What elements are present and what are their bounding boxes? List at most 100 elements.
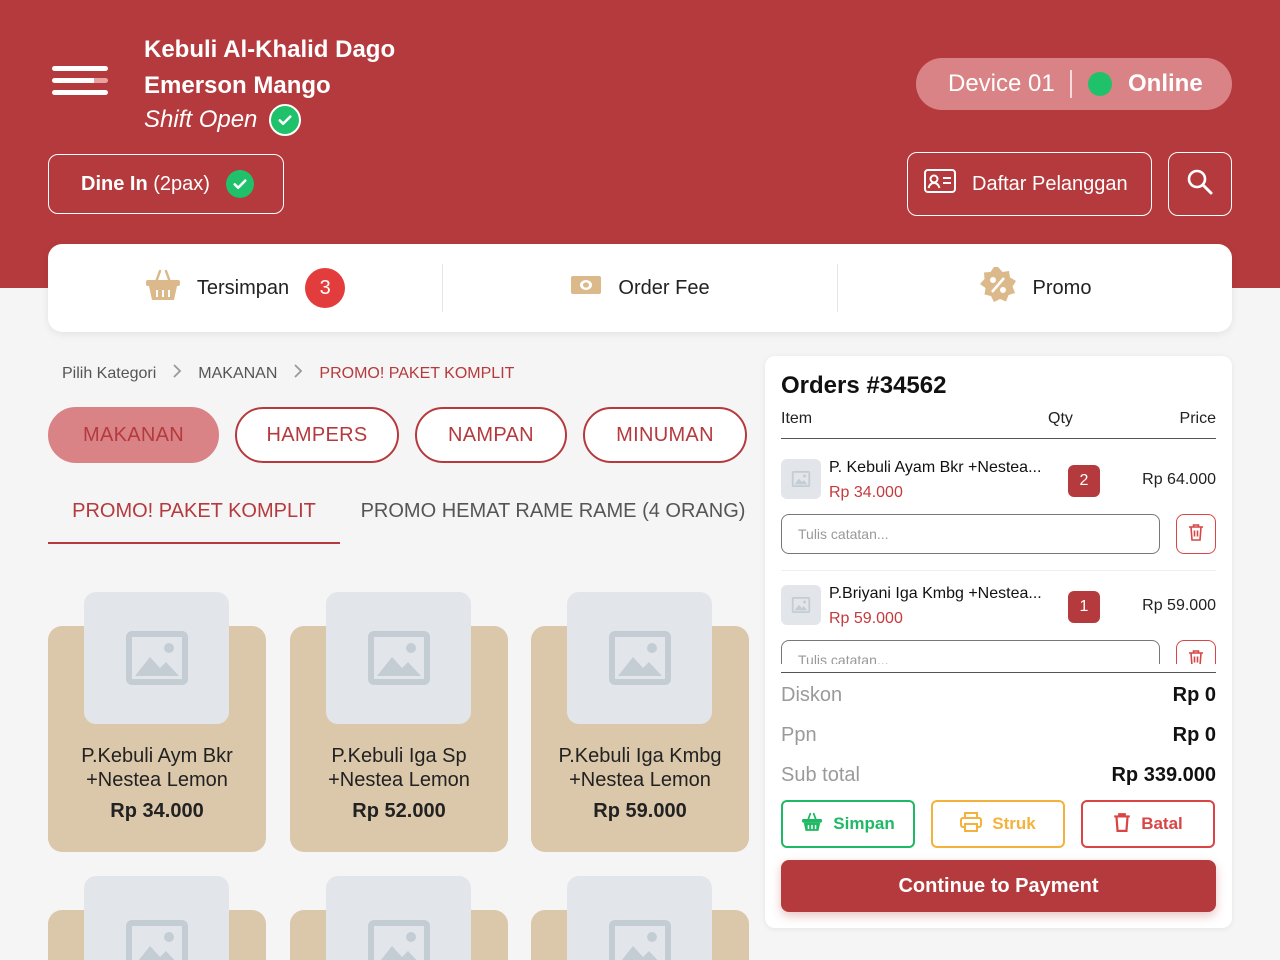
subtotal-label: Sub total <box>781 764 860 786</box>
dine-in-button[interactable]: Dine In (2pax) <box>48 154 284 214</box>
product-name-line: +Nestea Lemon <box>328 769 470 791</box>
connection-status: Online <box>1128 70 1203 97</box>
breadcrumb-item-current: PROMO! PAKET KOMPLIT <box>319 364 515 382</box>
divider <box>1070 70 1072 98</box>
product-name-line: P.Kebuli Aym Bkr <box>81 745 233 767</box>
promo-label: Promo <box>1032 276 1092 299</box>
image-placeholder-icon <box>567 876 712 960</box>
device-label: Device 01 <box>948 70 1055 97</box>
discount-badge-icon <box>979 266 1017 310</box>
online-indicator-icon <box>1088 72 1112 96</box>
saved-count-badge: 3 <box>305 268 346 308</box>
search-icon <box>1186 168 1214 201</box>
search-button[interactable] <box>1168 152 1232 216</box>
device-status-pill: Device 01 Online <box>916 58 1232 110</box>
dine-in-pax: (2pax) <box>147 172 210 195</box>
order-item-qty[interactable]: 1 <box>1068 591 1100 623</box>
save-order-label: Simpan <box>833 814 895 833</box>
chevron-right-icon <box>293 364 303 383</box>
discount-value: Rp 0 <box>1172 684 1216 706</box>
chevron-right-icon <box>172 364 182 383</box>
product-name-line: +Nestea Lemon <box>86 769 228 791</box>
money-icon <box>570 274 602 302</box>
subtotal-row: Sub total Rp 339.000 <box>781 764 1216 787</box>
action-bar: Tersimpan 3 Order Fee Promo <box>48 244 1232 332</box>
order-item-qty[interactable]: 2 <box>1068 465 1100 497</box>
image-placeholder-icon <box>567 592 712 724</box>
subtab-promo-paket-komplit[interactable]: PROMO! PAKET KOMPLIT <box>48 500 340 544</box>
image-placeholder-icon <box>781 459 821 499</box>
store-name: Kebuli Al-Khalid Dago <box>144 36 396 63</box>
customer-list-label: Daftar Pelanggan <box>972 172 1128 195</box>
image-placeholder-icon <box>84 876 229 960</box>
cashier-name: Emerson Mango <box>144 72 331 99</box>
image-placeholder-icon <box>326 592 471 724</box>
order-list[interactable]: P. Kebuli Ayam Bkr +Nestea... Rp 34.000 … <box>781 444 1216 664</box>
save-order-button[interactable]: Simpan <box>781 800 915 848</box>
tax-value: Rp 0 <box>1172 724 1216 746</box>
order-fee-tab[interactable]: Order Fee <box>442 264 837 312</box>
trash-icon <box>1113 812 1131 837</box>
product-price: Rp 52.000 <box>352 800 446 822</box>
trash-icon <box>1188 523 1204 546</box>
printer-icon <box>960 811 983 837</box>
promo-tab[interactable]: Promo <box>837 264 1232 312</box>
dine-in-label: Dine In <box>81 172 148 195</box>
column-qty: Qty <box>1048 410 1073 427</box>
shift-status-text: Shift Open <box>144 106 258 133</box>
subtab-promo-hemat[interactable]: PROMO HEMAT RAME RAME (4 ORANG) <box>350 500 756 544</box>
saved-orders-label: Tersimpan <box>196 276 290 299</box>
product-name: P.Kebuli Iga Sp +Nestea Lemon <box>290 744 508 792</box>
order-item-unit-price: Rp 34.000 <box>829 484 903 501</box>
category-makanan[interactable]: MAKANAN <box>48 407 219 463</box>
cancel-order-label: Batal <box>1141 814 1183 833</box>
check-circle-icon <box>269 104 302 136</box>
customer-list-button[interactable]: Daftar Pelanggan <box>907 152 1152 216</box>
order-panel: Orders #34562 Item Qty Price P. Kebuli A… <box>765 356 1232 928</box>
delete-item-button[interactable] <box>1176 640 1216 664</box>
order-table-header: Item Qty Price <box>781 410 1216 439</box>
subtotal-value: Rp 339.000 <box>1111 764 1216 786</box>
tax-row: Ppn Rp 0 <box>781 724 1216 747</box>
basket-icon <box>145 268 181 308</box>
print-receipt-label: Struk <box>992 814 1036 833</box>
order-item-name: P.Briyani Iga Kmbg +Nestea... <box>829 585 1042 602</box>
order-item-unit-price: Rp 59.000 <box>829 610 903 627</box>
breadcrumb-item[interactable]: Pilih Kategori <box>62 365 156 383</box>
order-item-total: Rp 59.000 <box>1142 597 1216 614</box>
note-input[interactable]: Tulis catatan... <box>781 640 1160 664</box>
tax-label: Ppn <box>781 724 817 746</box>
basket-icon <box>801 812 823 837</box>
column-item: Item <box>781 410 813 427</box>
product-name-line: P.Kebuli Iga Sp <box>331 745 467 767</box>
cancel-order-button[interactable]: Batal <box>1081 800 1215 848</box>
category-minuman[interactable]: MINUMAN <box>583 407 747 463</box>
image-placeholder-icon <box>84 592 229 724</box>
product-name-line: P.Kebuli Iga Kmbg <box>558 745 722 767</box>
order-fee-label: Order Fee <box>618 276 710 299</box>
order-item: P. Kebuli Ayam Bkr +Nestea... Rp 34.000 … <box>781 444 1216 570</box>
delete-item-button[interactable] <box>1176 514 1216 554</box>
check-circle-icon <box>225 170 254 198</box>
breadcrumb: Pilih Kategori MAKANAN PROMO! PAKET KOMP… <box>62 364 514 383</box>
category-nampan[interactable]: NAMPAN <box>415 407 567 463</box>
id-card-icon <box>924 169 956 199</box>
product-name: P.Kebuli Aym Bkr +Nestea Lemon <box>48 744 266 792</box>
image-placeholder-icon <box>326 876 471 960</box>
order-item-total: Rp 64.000 <box>1142 471 1216 488</box>
hamburger-menu-icon[interactable] <box>52 66 108 102</box>
order-item-name: P. Kebuli Ayam Bkr +Nestea... <box>829 459 1042 476</box>
product-name: P.Kebuli Iga Kmbg +Nestea Lemon <box>531 744 749 792</box>
trash-icon <box>1188 649 1204 664</box>
note-input[interactable]: Tulis catatan... <box>781 514 1160 554</box>
divider <box>781 672 1216 673</box>
saved-orders-tab[interactable]: Tersimpan 3 <box>48 264 442 312</box>
image-placeholder-icon <box>781 585 821 625</box>
dine-in-text: Dine In (2pax) <box>81 173 210 196</box>
print-receipt-button[interactable]: Struk <box>931 800 1065 848</box>
discount-label: Diskon <box>781 684 843 706</box>
product-price: Rp 34.000 <box>110 800 204 822</box>
breadcrumb-item[interactable]: MAKANAN <box>198 365 277 383</box>
continue-to-payment-button[interactable]: Continue to Payment <box>781 860 1216 912</box>
category-hampers[interactable]: HAMPERS <box>235 407 399 463</box>
